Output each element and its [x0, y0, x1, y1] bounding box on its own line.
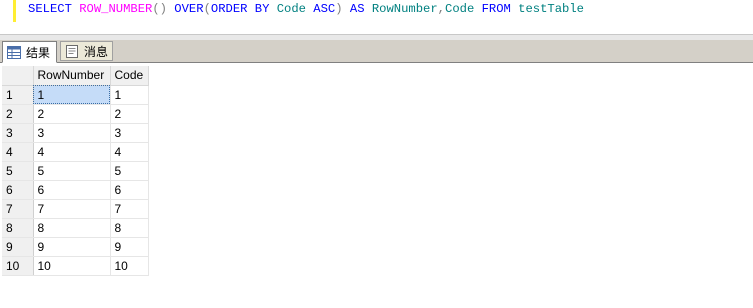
tab-results-label: 结果 — [26, 45, 51, 60]
cell-rownumber[interactable]: 1 — [33, 85, 111, 105]
grid-header-row: RowNumber Code — [2, 66, 149, 86]
cell-rownumber[interactable]: 4 — [33, 142, 111, 162]
row-header[interactable]: 4 — [2, 142, 34, 162]
table-row: 222 — [2, 104, 149, 124]
tab-messages[interactable]: 消息 — [60, 41, 113, 61]
table-row: 777 — [2, 199, 149, 219]
cell-rownumber[interactable]: 5 — [33, 161, 111, 181]
row-header[interactable]: 1 — [2, 85, 34, 105]
cell-code[interactable]: 7 — [110, 199, 149, 219]
query-token: ASC — [313, 2, 336, 16]
row-header[interactable]: 6 — [2, 180, 34, 200]
query-token: SELECT — [28, 2, 80, 16]
query-token: RowNumber — [371, 2, 438, 16]
query-token: ) — [335, 2, 350, 16]
cell-code[interactable]: 2 — [110, 104, 149, 124]
row-header[interactable]: 10 — [2, 256, 34, 276]
cell-rownumber[interactable]: 7 — [33, 199, 111, 219]
cell-code[interactable]: 8 — [110, 218, 149, 238]
row-header[interactable]: 9 — [2, 237, 34, 257]
query-token: ORDER BY — [210, 2, 277, 16]
cell-code[interactable]: 3 — [110, 123, 149, 143]
query-text[interactable]: SELECT ROW_NUMBER() OVER(ORDER BY Code A… — [28, 2, 584, 16]
column-header-rownumber[interactable]: RowNumber — [33, 66, 111, 86]
cell-code[interactable]: 4 — [110, 142, 149, 162]
table-row: 666 — [2, 180, 149, 200]
cell-rownumber[interactable]: 2 — [33, 104, 111, 124]
table-row: 888 — [2, 218, 149, 238]
tab-results[interactable]: 结果 — [2, 41, 57, 63]
cell-rownumber[interactable]: 8 — [33, 218, 111, 238]
change-marker — [13, 0, 16, 22]
query-token: ( — [203, 2, 211, 16]
query-token: testTable — [518, 2, 584, 16]
table-row: 111 — [2, 85, 149, 105]
query-editor[interactable]: SELECT ROW_NUMBER() OVER(ORDER BY Code A… — [0, 0, 753, 28]
results-grid-pane[interactable]: RowNumber Code 1112223334445556667778889… — [0, 63, 753, 308]
query-token: Code — [445, 2, 482, 16]
cell-code[interactable]: 1 — [110, 85, 149, 105]
row-header[interactable]: 2 — [2, 104, 34, 124]
table-row: 333 — [2, 123, 149, 143]
editor-margin — [0, 0, 16, 28]
query-token: OVER — [174, 2, 204, 16]
cell-rownumber[interactable]: 3 — [33, 123, 111, 143]
query-token: Code — [276, 2, 314, 16]
table-row: 999 — [2, 237, 149, 257]
query-token: FROM — [481, 2, 519, 16]
query-token: ROW_NUMBER — [79, 2, 153, 16]
grid-corner[interactable] — [2, 66, 34, 86]
query-token: AS — [349, 2, 372, 16]
cell-code[interactable]: 10 — [110, 256, 149, 276]
query-token: () — [152, 2, 175, 16]
cell-code[interactable]: 6 — [110, 180, 149, 200]
tab-messages-label: 消息 — [84, 44, 109, 59]
message-icon — [66, 44, 78, 58]
row-header[interactable]: 7 — [2, 199, 34, 219]
row-header[interactable]: 5 — [2, 161, 34, 181]
grid-icon — [7, 45, 21, 59]
column-header-code[interactable]: Code — [110, 66, 149, 86]
cell-code[interactable]: 9 — [110, 237, 149, 257]
cell-rownumber[interactable]: 10 — [33, 256, 111, 276]
row-header[interactable]: 3 — [2, 123, 34, 143]
table-row: 444 — [2, 142, 149, 162]
results-grid: RowNumber Code 1112223334445556667778889… — [2, 66, 149, 276]
cell-rownumber[interactable]: 6 — [33, 180, 111, 200]
cell-code[interactable]: 5 — [110, 161, 149, 181]
cell-rownumber[interactable]: 9 — [33, 237, 111, 257]
table-row: 10 10 10 — [2, 256, 149, 276]
query-token: , — [437, 2, 445, 16]
results-tabstrip: 结果 消息 — [0, 40, 753, 63]
table-row: 555 — [2, 161, 149, 181]
row-header[interactable]: 8 — [2, 218, 34, 238]
